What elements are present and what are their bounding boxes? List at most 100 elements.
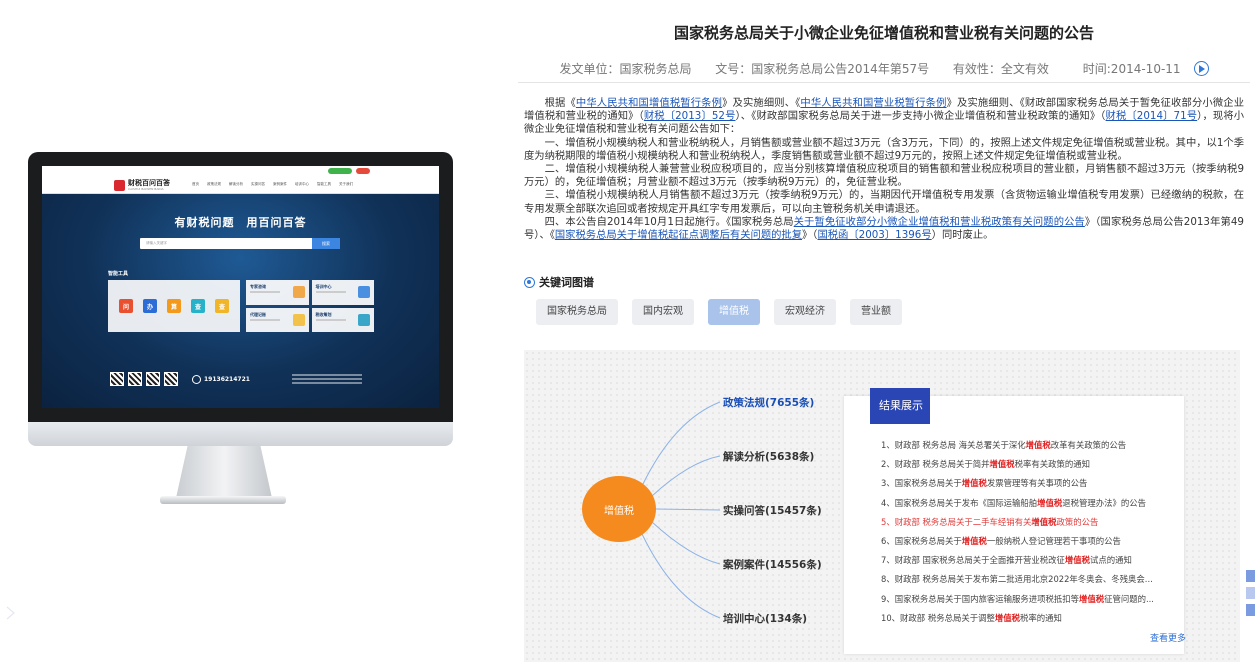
graph-center-node[interactable]: 增值税 [582, 476, 656, 542]
graph-branch-analysis[interactable]: 解读分析(5638条) [723, 449, 814, 464]
result-item[interactable]: 2、财政部 税务总局关于简并增值税税率有关政策的通知 [881, 455, 1181, 474]
result-item[interactable]: 4、国家税务总局关于发布《国际运输船舶增值税退税管理办法》的公告 [881, 494, 1181, 513]
text: 根据《 [544, 97, 576, 109]
result-text: 7、财政部 国家税务总局关于全面推开营业税改征 [881, 555, 1065, 566]
result-keyword: 增值税 [1064, 555, 1090, 566]
law-link[interactable]: 中华人民共和国营业税暂行条例 [800, 97, 946, 109]
law-link[interactable]: 国税函〔2003〕1396号 [817, 229, 931, 241]
screen-menu-item: 培训中心 [295, 182, 309, 186]
wechat-login-chip [328, 168, 352, 174]
result-item[interactable]: 9、国家税务总局关于国内旅客运输服务进项税抵扣等增值税征管问题的... [881, 590, 1181, 609]
result-keyword: 增值税 [1031, 516, 1057, 527]
monitor-screen: 财税百问百答 CAISHUI BAIWEN BAIDA 首页 政策法规 解读分析… [42, 166, 439, 408]
result-text: 试点的通知 [1090, 555, 1132, 566]
paragraph: 一、增值税小规模纳税人和营业税纳税人，月销售额或营业额不超过3万元（含3万元，下… [524, 136, 1244, 162]
screen-menu: 首页 政策法规 解读分析 实操问答 案例案件 培训中心 智能工具 关于我们 [192, 182, 353, 187]
target-icon [524, 276, 535, 288]
screen-card-title: 代理记账 [250, 311, 266, 317]
keyword-tag[interactable]: 国家税务总局 [536, 299, 618, 325]
meta-doc-number: 文号：国家税务总局公告2014年第57号 [715, 62, 930, 76]
law-link[interactable]: 关于暂免征收部分小微企业增值税和营业税政策有关问题的公告 [794, 216, 1085, 228]
monitor-stand [176, 446, 272, 498]
chevron-right-icon[interactable] [4, 606, 16, 620]
result-text: 改革有关政策的公告 [1050, 440, 1127, 450]
connector-line [641, 533, 721, 619]
graph-branch-training[interactable]: 培训中心(134条) [723, 611, 807, 626]
text: ）、《财政部国家税务总局关于进一步支持小微企业增值税和营业税政策的通知》（ [735, 110, 1106, 123]
screen-search-button: 搜索 [312, 238, 340, 249]
result-keyword: 增值税 [1037, 497, 1063, 508]
screen-tools-panel: 问 办 算 查 查 [108, 280, 240, 332]
screen-topbar [42, 166, 439, 176]
keyword-tag[interactable]: 营业额 [850, 299, 902, 325]
screen-menu-item: 关于我们 [339, 182, 353, 186]
graph-branch-qa[interactable]: 实操问答(15457条) [723, 503, 822, 518]
view-more-link[interactable]: 查看更多 [1150, 631, 1186, 644]
result-keyword: 增值税 [961, 478, 987, 489]
screen-card-title: 专家咨询 [250, 284, 266, 289]
result-text: 发票管理等有关事项的公告 [986, 478, 1088, 489]
result-text: 10、财政部 税务总局关于调整 [881, 612, 995, 623]
side-widget-block [1246, 587, 1255, 599]
screen-tools-title: 智能工具 [108, 271, 129, 277]
tool-lookup-icon: 查 [215, 299, 229, 313]
keyword-tag[interactable]: 宏观经济 [774, 299, 836, 325]
play-audio-icon[interactable] [1193, 61, 1209, 76]
result-text: 税率的通知 [1019, 612, 1062, 623]
monitor-stand-base [160, 496, 286, 504]
text: 四、本公告自2014年10月1日起施行。《国家税务总局 [544, 215, 794, 228]
result-list: 1、财政部 税务总局 海关总署关于深化增值税改革有关政策的公告 2、财政部 税务总… [881, 436, 1181, 628]
result-item[interactable]: 7、财政部 国家税务总局关于全面推开营业税改征增值税试点的通知 [881, 551, 1181, 570]
screen-card: 培训中心 [311, 280, 374, 305]
result-text: 一般纳税人登记管理若干事项的公告 [986, 535, 1121, 546]
result-text: 税率有关政策的通知 [1014, 459, 1090, 470]
screen-slogan: 有财税问题 用百问百答 [174, 216, 307, 229]
screen-menu-item: 实操问答 [251, 182, 265, 186]
screen-hero: 有财税问题 用百问百答 请输入关键字 搜索 智能工具 问 办 算 查 查 专家咨… [42, 194, 439, 408]
result-text: 退税管理办法》的公告 [1062, 497, 1146, 508]
monitor-mockup: 财税百问百答 CAISHUI BAIWEN BAIDA 首页 政策法规 解读分析… [28, 152, 453, 446]
side-widget[interactable] [1246, 570, 1255, 621]
paragraph: 四、本公告自2014年10月1日起施行。《国家税务总局关于暂免征收部分小微企业增… [524, 216, 1244, 242]
screen-menu-item: 案例案件 [273, 182, 287, 186]
keyword-graph-heading: 关键词图谱 [524, 274, 594, 290]
keyword-tag-active[interactable]: 增值税 [708, 299, 760, 325]
graph-branch-policy[interactable]: 政策法规(7655条) [723, 395, 814, 410]
meta-issuer: 发文单位：国家税务总局 [559, 62, 692, 76]
screen-phone-number: 19136214721 [204, 375, 250, 383]
divider [518, 82, 1250, 83]
result-item[interactable]: 8、财政部 税务总局关于发布第二批适用北京2022年冬奥会、冬残奥会... [881, 570, 1181, 589]
keyword-tag[interactable]: 国内宏观 [632, 299, 694, 325]
tool-calc-icon: 算 [167, 299, 181, 313]
result-item[interactable]: 3、国家税务总局关于增值税发票管理等有关事项的公告 [881, 474, 1181, 493]
law-link[interactable]: 中华人民共和国增值税暂行条例 [576, 97, 722, 109]
law-link[interactable]: 国家税务总局关于增值税起征点调整后有关问题的批复 [555, 229, 802, 241]
result-text: 9、国家税务总局关于国内旅客运输服务进项税抵扣等 [881, 593, 1079, 604]
result-keyword: 增值税 [961, 535, 987, 546]
page-title: 国家税务总局关于小微企业免征增值税和营业税有关问题的公告 [673, 24, 1094, 42]
screen-card: 专家咨询 [246, 280, 309, 305]
meta-date-text: 时间:2014-10-11 [1082, 62, 1181, 76]
bookkeeping-icon [292, 313, 305, 326]
result-item[interactable]: 5、财政部 税务总局关于二手车经销有关增值税政策的公告 [881, 513, 1181, 532]
law-link[interactable]: 财税〔2013〕52号 [644, 110, 736, 122]
qr-code-icon [128, 372, 142, 386]
graph-branch-cases[interactable]: 案例案件(14556条) [723, 557, 822, 572]
result-keyword: 增值税 [994, 612, 1020, 623]
logo-subtext: CAISHUI BAIWEN BAIDA [128, 186, 164, 191]
paragraph: 根据《中华人民共和国增值税暂行条例》及实施细则、《中华人民共和国营业税暂行条例》… [524, 97, 1244, 137]
result-item[interactable]: 1、财政部 税务总局 海关总署关于深化增值税改革有关政策的公告 [881, 436, 1181, 455]
screen-search-placeholder: 请输入关键字 [146, 241, 167, 245]
monitor-chin [28, 422, 453, 446]
result-item[interactable]: 10、财政部 税务总局关于调整增值税税率的通知 [881, 609, 1181, 628]
article-meta: 发文单位：国家税务总局 文号：国家税务总局公告2014年第57号 有效性：全文有… [518, 60, 1250, 77]
result-keyword: 增值税 [1078, 593, 1105, 604]
screen-phone: 19136214721 [192, 374, 250, 384]
result-tab[interactable]: 结果展示 [870, 388, 930, 424]
result-text: 1、财政部 税务总局 海关总署关于深化 [881, 440, 1026, 450]
planning-icon [358, 313, 370, 326]
result-item[interactable]: 6、国家税务总局关于增值税一般纳税人登记管理若干事项的公告 [881, 532, 1181, 551]
screen-menu-item: 首页 [192, 182, 199, 186]
screen-card-title: 培训中心 [315, 284, 332, 289]
law-link[interactable]: 财税〔2014〕71号 [1106, 110, 1198, 122]
